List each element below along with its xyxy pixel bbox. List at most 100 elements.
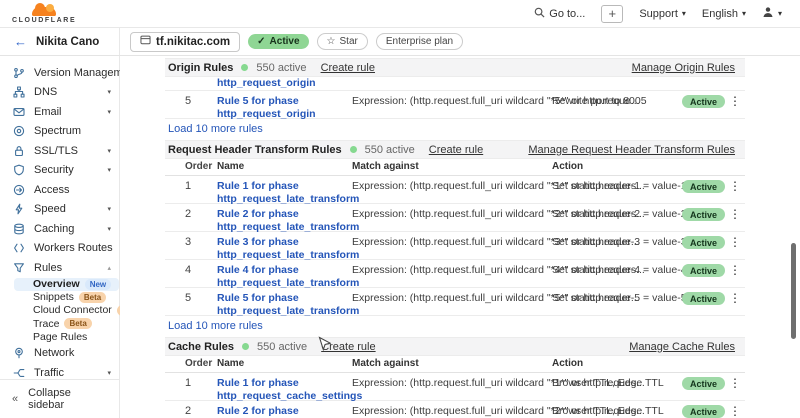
rule-name-link[interactable]: Rule 5 for phasehttp_request_late_transf…	[217, 292, 352, 317]
rules-section-cache-rules: Cache Rules550 activeCreate ruleManage C…	[165, 337, 745, 418]
chevron-down-icon: ▾	[107, 108, 111, 116]
kebab-menu-icon[interactable]: ⋮	[726, 264, 744, 276]
status-cell: Active	[682, 264, 726, 277]
rule-name-link[interactable]: Rule 1 for phasehttp_request_late_transf…	[217, 180, 352, 205]
sidebar-item-network[interactable]: Network	[0, 343, 119, 363]
top-navigation-bar: CLOUDFLARE Go to... + Support ▾ English …	[0, 0, 800, 28]
rule-row: 4Rule 4 for phasehttp_request_late_trans…	[165, 260, 745, 288]
manage-rules-link[interactable]: Manage Request Header Transform Rules	[528, 144, 735, 156]
sidebar-item-security[interactable]: Security▾	[0, 161, 119, 181]
order-cell: 3	[185, 236, 217, 248]
rule-row: 2Rule 2 for phasehttp_request_cache_sett…	[165, 401, 745, 418]
kebab-menu-icon[interactable]: ⋮	[726, 180, 744, 192]
rule-name-link[interactable]: Rule 2 for phasehttp_request_late_transf…	[217, 208, 352, 233]
status-badge: Active	[682, 377, 725, 390]
sidebar-subitem-page-rules[interactable]: Page Rules	[0, 330, 119, 343]
support-label: Support	[639, 8, 678, 20]
sidebar-item-access[interactable]: Access	[0, 180, 119, 200]
access-icon	[13, 184, 26, 196]
manage-rules-link[interactable]: Manage Cache Rules	[629, 341, 735, 353]
beta-badge: Beta	[79, 292, 106, 303]
drag-handle[interactable]	[165, 236, 185, 248]
sidebar-item-speed[interactable]: Speed▾	[0, 200, 119, 220]
active-status-dot	[350, 146, 357, 153]
status-cell: Active	[682, 95, 726, 108]
domain-selector[interactable]: tf.nikitac.com	[130, 32, 240, 52]
kebab-menu-icon[interactable]: ⋮	[726, 208, 744, 220]
create-rule-link[interactable]: Create rule	[321, 341, 375, 353]
rule-name-link[interactable]: Rule 1 for phasehttp_request_cache_setti…	[217, 377, 352, 402]
chevron-down-icon: ▾	[778, 9, 782, 18]
rules-section-origin-rules: Origin Rules550 activeCreate ruleManage …	[165, 58, 745, 140]
sidebar-item-spectrum[interactable]: Spectrum	[0, 122, 119, 142]
create-rule-link[interactable]: Create rule	[321, 62, 375, 74]
sidebar-item-rules[interactable]: Rules▴	[0, 258, 119, 278]
kebab-menu-icon[interactable]: ⋮	[726, 236, 744, 248]
kebab-menu-icon[interactable]: ⋮	[726, 95, 744, 107]
column-header-action: Action	[552, 358, 682, 369]
drag-handle[interactable]	[165, 180, 185, 192]
support-menu[interactable]: Support ▾	[639, 8, 686, 20]
scrollbar-thumb[interactable]	[791, 243, 796, 339]
sidebar-subitem-cloud-connector[interactable]: Cloud ConnectorBeta	[0, 304, 119, 317]
speed-icon	[13, 203, 26, 215]
rules-sections: Origin Rules550 activeCreate ruleManage …	[165, 58, 745, 418]
drag-handle[interactable]	[165, 292, 185, 304]
rule-name-link[interactable]: Rule 2 for phasehttp_request_cache_setti…	[217, 405, 352, 418]
active-status-dot	[241, 64, 248, 71]
rule-name-link[interactable]: Rule 3 for phasehttp_request_late_transf…	[217, 236, 352, 261]
drag-handle[interactable]	[165, 264, 185, 276]
sidebar-item-version-management[interactable]: Version Management	[0, 63, 119, 83]
rule-name-line2: http_request_late_transform	[217, 221, 352, 234]
drag-handle[interactable]	[165, 405, 185, 417]
sidebar-item-caching[interactable]: Caching▾	[0, 219, 119, 239]
sidebar-item-ssl-tls[interactable]: SSL/TLS▾	[0, 141, 119, 161]
cloudflare-logo[interactable]: CLOUDFLARE	[12, 4, 76, 24]
sidebar-subitem-trace[interactable]: TraceBeta	[0, 317, 119, 330]
sidebar-item-email[interactable]: Email▾	[0, 102, 119, 122]
rule-name-line1: Rule 1 for phase	[217, 180, 352, 193]
rule-name-link[interactable]: http_request_origin	[217, 77, 316, 90]
language-menu[interactable]: English ▾	[702, 8, 746, 20]
back-arrow-icon[interactable]: ←	[14, 34, 27, 49]
load-more-link[interactable]: Load 10 more rules	[168, 320, 263, 332]
caching-icon	[13, 223, 26, 235]
action-cell: Set static header-3 = value-3	[552, 236, 682, 248]
sidebar-subitem-label: Overview	[33, 278, 80, 290]
kebab-menu-icon[interactable]: ⋮	[726, 292, 744, 304]
goto-search[interactable]: Go to...	[534, 7, 585, 21]
status-cell: Active	[682, 208, 726, 221]
rule-name-line1: Rule 5 for phase	[217, 95, 352, 108]
sidebar-item-label: Access	[34, 184, 69, 196]
collapse-sidebar-button[interactable]: « Collapse sidebar	[0, 379, 119, 418]
rule-name-link[interactable]: Rule 5 for phasehttp_request_origin	[217, 95, 352, 120]
sidebar-item-dns[interactable]: DNS▾	[0, 83, 119, 103]
order-cell: 4	[185, 264, 217, 276]
sidebar-subitem-overview[interactable]: Overview New	[14, 278, 119, 291]
new-badge: New	[85, 279, 111, 290]
star-button[interactable]: ☆ Star	[317, 33, 368, 50]
status-badge: Active	[682, 208, 725, 221]
load-more-link[interactable]: Load 10 more rules	[168, 123, 263, 135]
manage-rules-link[interactable]: Manage Origin Rules	[632, 62, 735, 74]
rule-name-line1: Rule 4 for phase	[217, 264, 352, 277]
sidebar-item-workers-routes[interactable]: Workers Routes	[0, 239, 119, 259]
order-cell: 2	[185, 208, 217, 220]
sidebar-item-label: Spectrum	[34, 125, 81, 137]
kebab-menu-icon[interactable]: ⋮	[726, 377, 744, 389]
sidebar-subitem-snippets[interactable]: SnippetsBeta	[0, 291, 119, 304]
match-cell: Expression: (http.request.full_uri wildc…	[352, 405, 552, 417]
create-rule-link[interactable]: Create rule	[429, 144, 483, 156]
active-count: 550 active	[365, 144, 415, 156]
kebab-menu-icon[interactable]: ⋮	[726, 405, 744, 417]
user-menu[interactable]: ▾	[762, 6, 782, 21]
drag-handle[interactable]	[165, 95, 185, 107]
status-badge: Active	[682, 236, 725, 249]
collapse-chevrons-icon: «	[12, 393, 18, 405]
action-cell: Set static header-1 = value-1	[552, 180, 682, 192]
drag-handle[interactable]	[165, 377, 185, 389]
rule-row-partial: http_request_origin	[165, 77, 745, 91]
rule-name-link[interactable]: Rule 4 for phasehttp_request_late_transf…	[217, 264, 352, 289]
add-button[interactable]: +	[601, 5, 623, 23]
drag-handle[interactable]	[165, 208, 185, 220]
